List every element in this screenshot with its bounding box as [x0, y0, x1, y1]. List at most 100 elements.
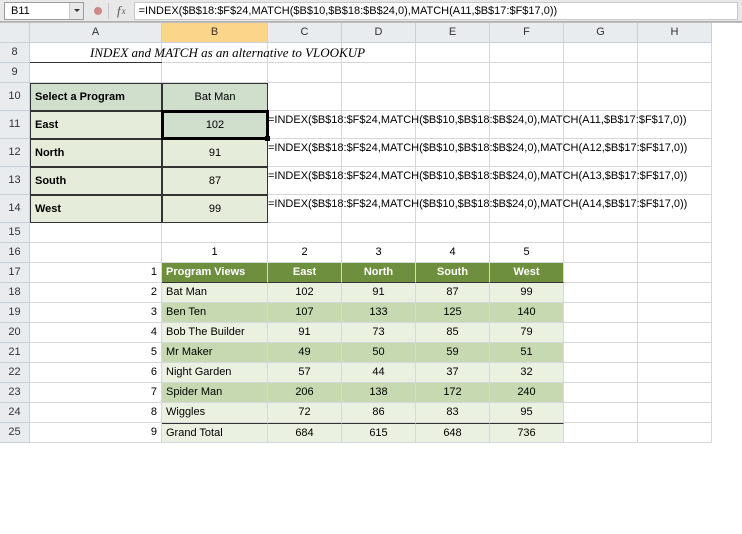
- cell-H8[interactable]: [638, 43, 712, 63]
- cell-E21[interactable]: 59: [416, 343, 490, 363]
- cell-B25[interactable]: Grand Total: [162, 423, 268, 443]
- cell-C10[interactable]: [268, 83, 342, 111]
- cell-C20[interactable]: 91: [268, 323, 342, 343]
- cell-E8[interactable]: [416, 43, 490, 63]
- cell-H10[interactable]: [638, 83, 712, 111]
- cell-D10[interactable]: [342, 83, 416, 111]
- cell-H16[interactable]: [638, 243, 712, 263]
- cell-H24[interactable]: [638, 403, 712, 423]
- cell-D25[interactable]: 615: [342, 423, 416, 443]
- col-header-B[interactable]: B: [162, 23, 268, 43]
- cell-H17[interactable]: [638, 263, 712, 283]
- cell-A8[interactable]: INDEX and MATCH as an alternative to VLO…: [30, 43, 162, 63]
- cell-A25[interactable]: 9: [30, 423, 162, 443]
- cell-C21[interactable]: 49: [268, 343, 342, 363]
- cell-D9[interactable]: [342, 63, 416, 83]
- cell-E24[interactable]: 83: [416, 403, 490, 423]
- cell-A15[interactable]: [30, 223, 162, 243]
- row-header-16[interactable]: 16: [0, 243, 30, 263]
- cell-F22[interactable]: 32: [490, 363, 564, 383]
- cell-C24[interactable]: 72: [268, 403, 342, 423]
- cell-A22[interactable]: 6: [30, 363, 162, 383]
- cell-F19[interactable]: 140: [490, 303, 564, 323]
- cell-C11[interactable]: =INDEX($B$18:$F$24,MATCH($B$10,$B$18:$B$…: [268, 111, 342, 139]
- cell-C9[interactable]: [268, 63, 342, 83]
- cell-F23[interactable]: 240: [490, 383, 564, 403]
- cell-C23[interactable]: 206: [268, 383, 342, 403]
- row-header-12[interactable]: 12: [0, 139, 30, 167]
- cell-G10[interactable]: [564, 83, 638, 111]
- col-header-H[interactable]: H: [638, 23, 712, 43]
- cell-G9[interactable]: [564, 63, 638, 83]
- cell-E16[interactable]: 4: [416, 243, 490, 263]
- cell-H25[interactable]: [638, 423, 712, 443]
- cell-B19[interactable]: Ben Ten: [162, 303, 268, 323]
- cell-D17[interactable]: North: [342, 263, 416, 283]
- cell-C14[interactable]: =INDEX($B$18:$F$24,MATCH($B$10,$B$18:$B$…: [268, 195, 342, 223]
- cell-C12[interactable]: =INDEX($B$18:$F$24,MATCH($B$10,$B$18:$B$…: [268, 139, 342, 167]
- cell-G18[interactable]: [564, 283, 638, 303]
- cell-C22[interactable]: 57: [268, 363, 342, 383]
- cell-E25[interactable]: 648: [416, 423, 490, 443]
- col-header-E[interactable]: E: [416, 23, 490, 43]
- cell-E17[interactable]: South: [416, 263, 490, 283]
- row-header-17[interactable]: 17: [0, 263, 30, 283]
- cell-B10[interactable]: Bat Man: [162, 83, 268, 111]
- cell-H18[interactable]: [638, 283, 712, 303]
- cell-E9[interactable]: [416, 63, 490, 83]
- cell-C16[interactable]: 2: [268, 243, 342, 263]
- row-header-19[interactable]: 19: [0, 303, 30, 323]
- cell-A20[interactable]: 4: [30, 323, 162, 343]
- col-header-F[interactable]: F: [490, 23, 564, 43]
- cell-D24[interactable]: 86: [342, 403, 416, 423]
- cell-A17[interactable]: 1: [30, 263, 162, 283]
- cell-A10[interactable]: Select a Program: [30, 83, 162, 111]
- cell-G16[interactable]: [564, 243, 638, 263]
- cell-C15[interactable]: [268, 223, 342, 243]
- cell-G8[interactable]: [564, 43, 638, 63]
- cell-F15[interactable]: [490, 223, 564, 243]
- cell-D20[interactable]: 73: [342, 323, 416, 343]
- row-header-13[interactable]: 13: [0, 167, 30, 195]
- col-header-G[interactable]: G: [564, 23, 638, 43]
- cancel-icon[interactable]: [94, 7, 102, 15]
- col-header-D[interactable]: D: [342, 23, 416, 43]
- row-header-22[interactable]: 22: [0, 363, 30, 383]
- cell-H9[interactable]: [638, 63, 712, 83]
- cell-G23[interactable]: [564, 383, 638, 403]
- cell-D23[interactable]: 138: [342, 383, 416, 403]
- cell-G20[interactable]: [564, 323, 638, 343]
- name-box[interactable]: B11: [4, 2, 84, 20]
- cell-F17[interactable]: West: [490, 263, 564, 283]
- row-header-8[interactable]: 8: [0, 43, 30, 63]
- cell-G21[interactable]: [564, 343, 638, 363]
- row-header-18[interactable]: 18: [0, 283, 30, 303]
- cell-B11[interactable]: 102: [162, 111, 268, 139]
- cell-B18[interactable]: Bat Man: [162, 283, 268, 303]
- cell-A19[interactable]: 3: [30, 303, 162, 323]
- cell-E23[interactable]: 172: [416, 383, 490, 403]
- row-header-21[interactable]: 21: [0, 343, 30, 363]
- fx-icon[interactable]: fx: [115, 3, 128, 19]
- row-header-14[interactable]: 14: [0, 195, 30, 223]
- cell-E19[interactable]: 125: [416, 303, 490, 323]
- cell-F20[interactable]: 79: [490, 323, 564, 343]
- cell-B15[interactable]: [162, 223, 268, 243]
- cell-A12[interactable]: North: [30, 139, 162, 167]
- row-header-10[interactable]: 10: [0, 83, 30, 111]
- cell-B22[interactable]: Night Garden: [162, 363, 268, 383]
- cell-G22[interactable]: [564, 363, 638, 383]
- col-header-C[interactable]: C: [268, 23, 342, 43]
- cell-E18[interactable]: 87: [416, 283, 490, 303]
- cell-F25[interactable]: 736: [490, 423, 564, 443]
- cell-C17[interactable]: East: [268, 263, 342, 283]
- cell-A16[interactable]: [30, 243, 162, 263]
- cell-A14[interactable]: West: [30, 195, 162, 223]
- cell-G19[interactable]: [564, 303, 638, 323]
- cell-A13[interactable]: South: [30, 167, 162, 195]
- cell-E15[interactable]: [416, 223, 490, 243]
- cell-B24[interactable]: Wiggles: [162, 403, 268, 423]
- cell-B23[interactable]: Spider Man: [162, 383, 268, 403]
- cell-E10[interactable]: [416, 83, 490, 111]
- select-all-corner[interactable]: [0, 23, 30, 43]
